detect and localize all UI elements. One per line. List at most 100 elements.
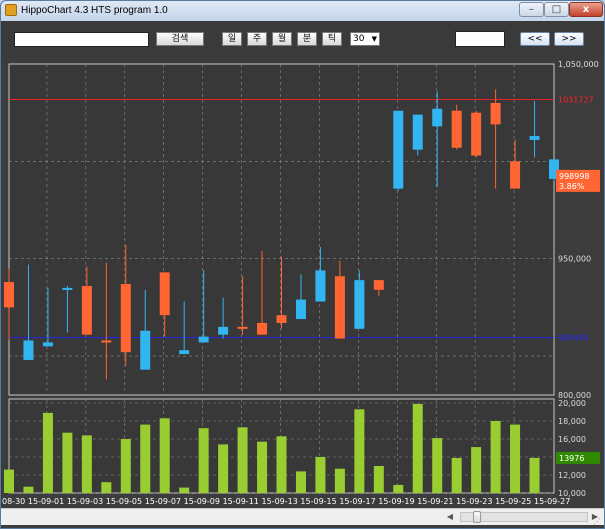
candle-body (218, 326, 229, 335)
candle-body (179, 350, 190, 355)
search-button[interactable]: 검색 (156, 32, 204, 46)
candle-body (120, 284, 131, 353)
volume-bar (120, 439, 131, 493)
volume-bar (471, 447, 482, 493)
volume-tick-label: 20,000 (558, 399, 586, 408)
date-tick-label: 15-09-03 (67, 497, 103, 506)
candle-body (334, 276, 345, 339)
volume-bar (179, 487, 190, 493)
price-tick-label: 950,000 (558, 255, 591, 264)
title-bar[interactable]: HippoChart 4.3 HTS program 1.0 – □ x (1, 1, 604, 21)
candle-body (451, 110, 462, 148)
maximize-button[interactable]: □ (544, 2, 569, 17)
candle-body (315, 270, 326, 302)
period-tick-button[interactable]: 틱 (322, 32, 342, 46)
volume-bar (62, 432, 73, 493)
volume-bar (529, 457, 540, 493)
volume-bar (159, 418, 170, 493)
current-price-label: 998998 (559, 172, 590, 181)
candle-body (529, 136, 540, 140)
candle-body (42, 342, 53, 347)
scroll-left-icon[interactable]: ◀ (444, 511, 456, 523)
candle-body (4, 282, 14, 308)
candle-body (198, 336, 209, 343)
app-window: HippoChart 4.3 HTS program 1.0 – □ x 검색 … (0, 0, 605, 529)
date-tick-label: 15-09-01 (28, 497, 64, 506)
volume-bar (218, 444, 229, 493)
prev-page-button[interactable]: << (520, 32, 550, 46)
candle-body (101, 340, 112, 343)
date-tick-label: 15-09-11 (223, 497, 259, 506)
volume-tick-label: 18,000 (558, 417, 586, 426)
candle-body (432, 108, 443, 127)
volume-bar (334, 468, 345, 493)
candle-body (140, 330, 151, 370)
volume-bar (42, 412, 53, 493)
volume-bar (101, 482, 112, 493)
date-tick-label: 15-09-25 (495, 497, 531, 506)
current-volume-label: 13976 (559, 454, 584, 463)
candle-body (62, 287, 73, 290)
volume-bar (237, 427, 248, 493)
dropdown-arrow-icon: ▼ (371, 35, 377, 43)
period-week-button[interactable]: 주 (247, 32, 267, 46)
volume-bar (451, 457, 462, 493)
volume-bar (81, 435, 92, 493)
period-minute-button[interactable]: 분 (297, 32, 317, 46)
app-icon (5, 4, 17, 16)
volume-tick-label: 16,000 (558, 435, 586, 444)
candle-body (510, 161, 521, 189)
date-tick-label: 15-09-17 (339, 497, 375, 506)
candle-body (81, 285, 92, 335)
price-tick-label: 1,050,000 (558, 60, 599, 69)
candle-body (237, 326, 248, 329)
volume-bar (257, 441, 268, 493)
minimize-button[interactable]: – (519, 2, 544, 17)
volume-bar (412, 403, 423, 493)
period-day-button[interactable]: 일 (222, 32, 242, 46)
volume-bar (373, 466, 384, 493)
volume-bar (140, 424, 151, 493)
volume-bar (510, 424, 521, 493)
resize-grip-icon[interactable]: ⋰ (593, 517, 603, 527)
date-tick-label: 15-09-05 (106, 497, 142, 506)
window-title: HippoChart 4.3 HTS program 1.0 (21, 5, 168, 16)
date-tick-label: 15-09-21 (417, 497, 453, 506)
stock-chart[interactable]: 1031727909440800,000950,0001,050,00010,0… (1, 57, 604, 508)
candle-body (393, 110, 404, 189)
date-tick-label: 15-09-07 (145, 497, 181, 506)
volume-bar (198, 428, 209, 493)
horizontal-scrollbar[interactable]: ◀ ▶ (1, 508, 604, 525)
volume-bar (393, 484, 404, 493)
min-price-label: 909440 (558, 334, 589, 343)
candle-body (23, 340, 34, 360)
candle-body (295, 299, 306, 320)
volume-bar (315, 457, 326, 493)
date-tick-label: 15-09-19 (378, 497, 414, 506)
max-price-label: 1031727 (558, 96, 594, 105)
candle-body (412, 114, 423, 150)
candle-body (490, 102, 501, 125)
candle-body (471, 112, 482, 156)
volume-bar (490, 421, 501, 493)
date-tick-label: 15-09-23 (456, 497, 492, 506)
scroll-thumb[interactable] (473, 511, 481, 523)
date-tick-label: 15-09-13 (262, 497, 298, 506)
close-button[interactable]: x (569, 2, 603, 17)
volume-bar (276, 436, 287, 493)
search-input[interactable] (14, 32, 149, 47)
candle-body (276, 315, 287, 323)
period-count-value: 30 (353, 34, 365, 44)
candle-body (257, 322, 268, 335)
date-field[interactable] (455, 31, 505, 47)
next-page-button[interactable]: >> (554, 32, 584, 46)
date-tick-label: 15-09-15 (300, 497, 336, 506)
volume-bar (295, 471, 306, 493)
date-tick-label: 15-09-27 (534, 497, 570, 506)
volume-bar (432, 438, 443, 493)
period-month-button[interactable]: 월 (272, 32, 292, 46)
candle-body (159, 272, 170, 316)
date-tick-label: 15-09-09 (184, 497, 220, 506)
period-count-select[interactable]: 30 ▼ (350, 32, 380, 46)
volume-bar (4, 469, 14, 493)
